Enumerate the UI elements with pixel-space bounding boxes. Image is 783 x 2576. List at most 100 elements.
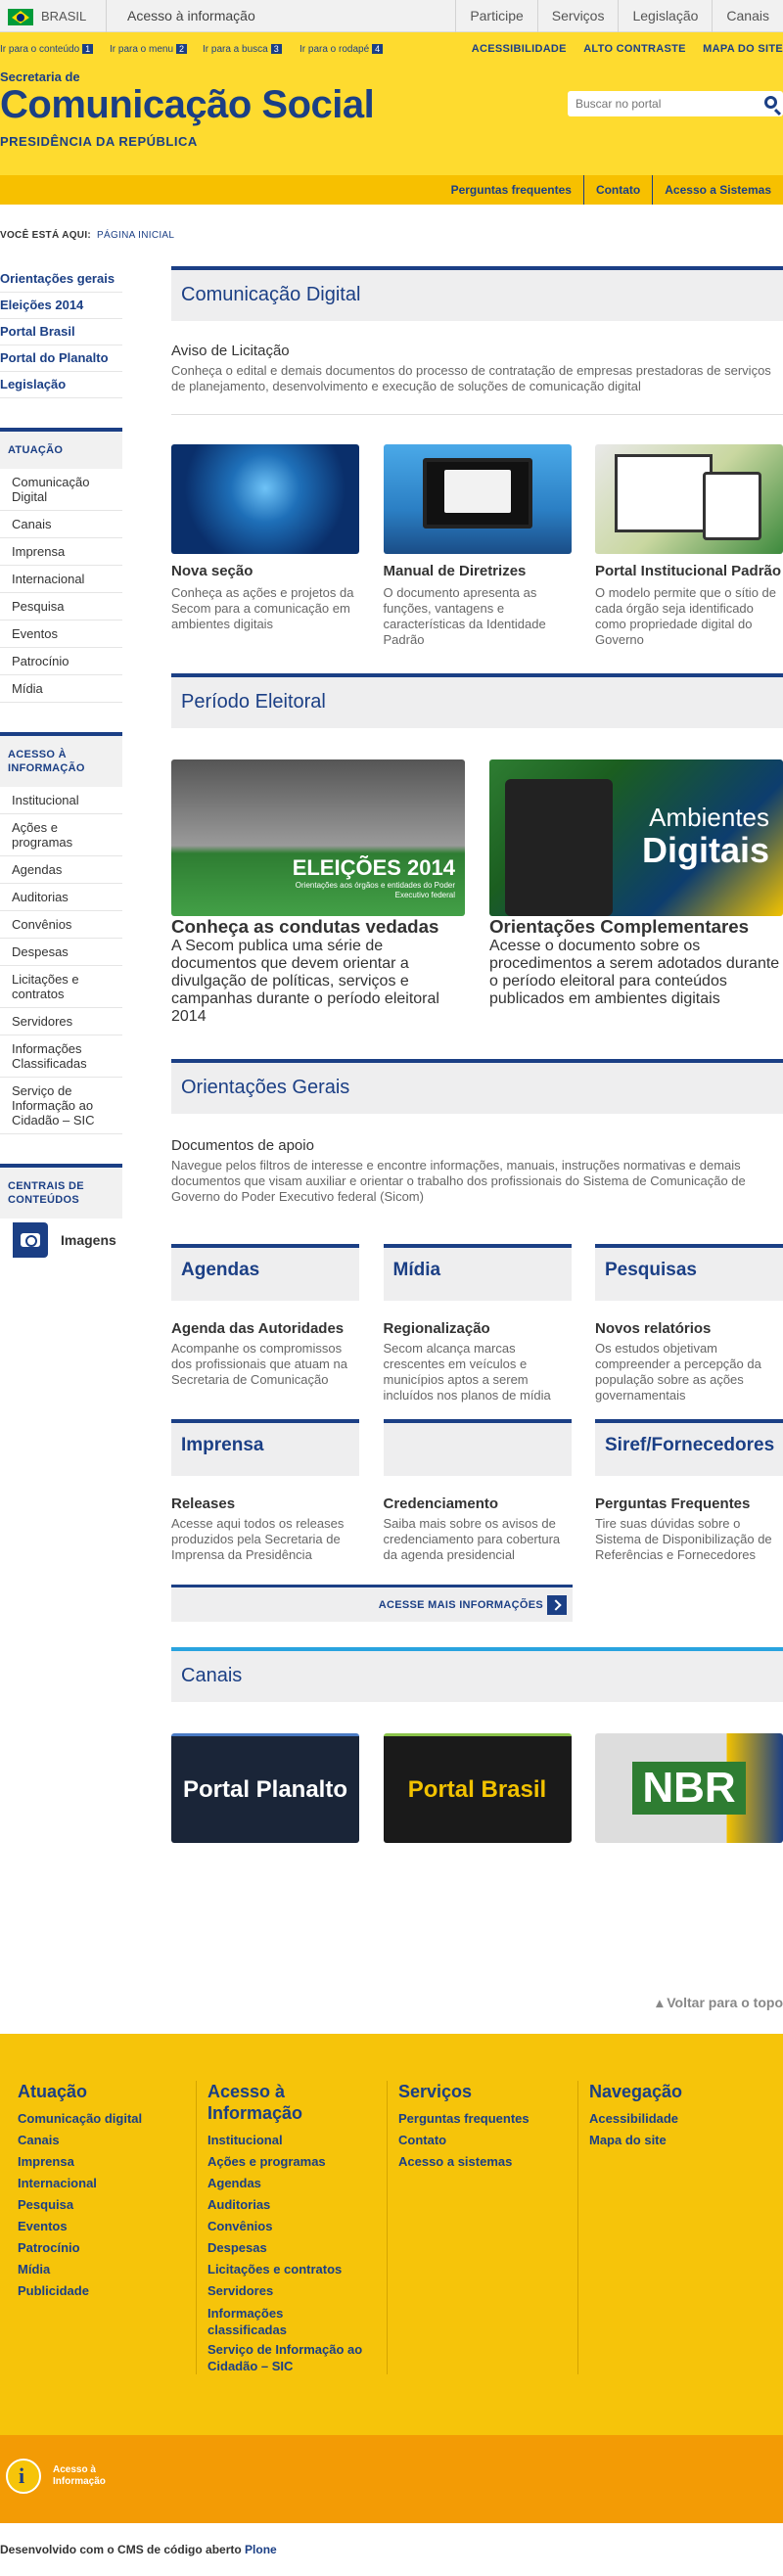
footer-col-navegacao: Navegação Acessibilidade Mapa do site	[589, 2081, 775, 2151]
sidebar-item-servidores[interactable]: Servidores	[0, 1008, 122, 1035]
aviso-licitacao-title[interactable]: Aviso de Licitação	[171, 343, 783, 359]
sidebar-item-midia[interactable]: Mídia	[0, 675, 122, 703]
search-input[interactable]	[568, 91, 744, 116]
gov-link-legislacao[interactable]: Legislação	[618, 0, 712, 32]
footer-link[interactable]: Auditorias	[207, 2194, 364, 2216]
sidebar-item-eleicoes[interactable]: Eleições 2014	[0, 293, 122, 319]
footer-link[interactable]: Agendas	[207, 2173, 364, 2194]
footer-link[interactable]: Institucional	[207, 2130, 364, 2151]
search-box	[568, 91, 783, 116]
brasil-link[interactable]: BRASIL	[41, 9, 86, 23]
footer-link[interactable]: Informações classificadas	[207, 2305, 364, 2338]
channel-portal-planalto[interactable]: Portal Planalto	[171, 1733, 359, 1843]
sidebar-item-auditorias[interactable]: Auditorias	[0, 884, 122, 911]
chevron-right-icon	[547, 1595, 567, 1615]
sidebar-item-comunicacao-digital[interactable]: Comunicação Digital	[0, 469, 122, 511]
breadcrumb-home[interactable]: PÁGINA INICIAL	[97, 230, 174, 241]
gov-link-servicos[interactable]: Serviços	[536, 0, 619, 32]
box-pesquisas[interactable]: Pesquisas Novos relatórios Os estudos ob…	[595, 1244, 783, 1403]
footer-link[interactable]: Contato	[398, 2130, 584, 2151]
alto-contraste-link[interactable]: ALTO CONTRASTE	[583, 43, 686, 55]
sidebar-item-sic[interactable]: Serviço de Informação ao Cidadão – SIC	[0, 1078, 122, 1134]
sidebar-item-agendas[interactable]: Agendas	[0, 856, 122, 884]
acesso-informacao-logo-icon[interactable]	[6, 2459, 41, 2494]
sidebar-item-canais[interactable]: Canais	[0, 511, 122, 538]
perguntas-frequentes-link[interactable]: Perguntas frequentes	[439, 175, 583, 205]
footer-link[interactable]: Convênios	[207, 2216, 364, 2237]
sidebar-item-imagens[interactable]: Imagens	[0, 1222, 122, 1258]
skip-link-menu[interactable]: Ir para o menu 2	[110, 44, 188, 55]
footer-link[interactable]: Acessibilidade	[589, 2108, 775, 2130]
box-agendas[interactable]: Agendas Agenda das Autoridades Acompanhe…	[171, 1244, 359, 1403]
box-siref-fornecedores[interactable]: Siref/Fornecedores Perguntas Frequentes …	[595, 1419, 783, 1563]
documentos-apoio-desc: Navegue pelos filtros de interesse e enc…	[171, 1158, 746, 1204]
footer-link[interactable]: Comunicação digital	[18, 2108, 204, 2130]
acesso-sistemas-link[interactable]: Acesso a Sistemas	[652, 175, 783, 205]
contato-link[interactable]: Contato	[582, 175, 652, 205]
acesso-informacao-link[interactable]: Acesso à informação	[127, 8, 255, 23]
footer-link[interactable]: Perguntas frequentes	[398, 2108, 584, 2130]
skip-link-search[interactable]: Ir para a busca 3	[203, 44, 282, 55]
footer-link[interactable]: Mapa do site	[589, 2130, 775, 2151]
sidebar-item-internacional[interactable]: Internacional	[0, 566, 122, 593]
card-nova-secao[interactable]: Nova seção Conheça as ações e projetos d…	[171, 444, 359, 648]
sidebar-item-informacoes-classificadas[interactable]: Informações Classificadas	[0, 1035, 122, 1078]
box-imprensa[interactable]: Imprensa Releases Acesse aqui todos os r…	[171, 1419, 359, 1563]
sidebar-item-despesas[interactable]: Despesas	[0, 939, 122, 966]
card-orientacoes-complementares[interactable]: Ambientes Digitais Orientações Complemen…	[489, 759, 783, 1026]
sidebar-item-eventos[interactable]: Eventos	[0, 621, 122, 648]
channel-nbr[interactable]: NBR	[595, 1733, 783, 1843]
section-heading-periodo-eleitoral[interactable]: Período Eleitoral	[171, 673, 783, 728]
acesso-informacao-logo-text: Acesso à Informação	[53, 2464, 106, 2487]
more-info-button[interactable]: ACESSE MAIS INFORMAÇÕES	[171, 1585, 573, 1622]
footer-link[interactable]: Canais	[18, 2130, 204, 2151]
card-condutas-vedadas[interactable]: ELEIÇÕES 2014 Orientações aos órgãos e e…	[171, 759, 465, 1026]
back-to-top-link[interactable]: ▴ Voltar para o topo	[656, 1995, 783, 2011]
footer-link[interactable]: Licitações e contratos	[207, 2259, 364, 2280]
section-heading-orientacoes-gerais[interactable]: Orientações Gerais	[171, 1059, 783, 1114]
sidebar-item-patrocinio[interactable]: Patrocínio	[0, 648, 122, 675]
footer-link[interactable]: Publicidade	[18, 2280, 204, 2302]
gov-link-participe[interactable]: Participe	[455, 0, 536, 32]
sidebar-item-pesquisa[interactable]: Pesquisa	[0, 593, 122, 621]
footer-link[interactable]: Despesas	[207, 2237, 364, 2259]
acessibilidade-link[interactable]: ACESSIBILIDADE	[472, 43, 567, 55]
plone-link[interactable]: Plone	[245, 2543, 277, 2556]
sidebar-item-acoes-programas[interactable]: Ações e programas	[0, 814, 122, 856]
footer-link[interactable]: Acesso a sistemas	[398, 2151, 584, 2173]
skip-link-footer[interactable]: Ir para o rodapé 4	[299, 44, 384, 55]
footer-col-servicos: Serviços Perguntas frequentes Contato Ac…	[398, 2081, 584, 2173]
sidebar-item-portal-planalto[interactable]: Portal do Planalto	[0, 345, 122, 372]
footer-link[interactable]: Ações e programas	[207, 2151, 364, 2173]
search-icon[interactable]	[764, 96, 777, 109]
channel-portal-brasil[interactable]: Portal Brasil	[383, 1733, 572, 1843]
gov-link-canais[interactable]: Canais	[712, 0, 783, 32]
footer-link[interactable]: Servidores	[207, 2280, 364, 2302]
mapa-do-site-link[interactable]: MAPA DO SITE	[703, 43, 783, 55]
section-heading-comunicacao-digital[interactable]: Comunicação Digital	[171, 266, 783, 321]
card-manual-diretrizes[interactable]: Manual de Diretrizes O documento apresen…	[383, 444, 572, 648]
box-credenciamento[interactable]: Credenciamento Saiba mais sobre os aviso…	[383, 1419, 572, 1563]
documentos-apoio-title[interactable]: Documentos de apoio	[171, 1137, 783, 1154]
sidebar-item-institucional[interactable]: Institucional	[0, 787, 122, 814]
monitor-book-image	[383, 444, 572, 554]
footer-link[interactable]: Serviço de Informação ao Cidadão – SIC	[207, 2341, 364, 2374]
sidebar-item-portal-brasil[interactable]: Portal Brasil	[0, 319, 122, 345]
footer-link[interactable]: Imprensa	[18, 2151, 204, 2173]
box-midia[interactable]: Mídia Regionalização Secom alcança marca…	[383, 1244, 572, 1403]
section-heading-canais[interactable]: Canais	[171, 1647, 783, 1702]
services-bar: Perguntas frequentes Contato Acesso a Si…	[0, 175, 783, 205]
sidebar-item-legislacao[interactable]: Legislação	[0, 372, 122, 398]
card-portal-institucional[interactable]: Portal Institucional Padrão O modelo per…	[595, 444, 783, 648]
footer-link[interactable]: Eventos	[18, 2216, 204, 2237]
eleicoes-2014-image: ELEIÇÕES 2014 Orientações aos órgãos e e…	[171, 759, 465, 916]
footer-link[interactable]: Pesquisa	[18, 2194, 204, 2216]
skip-link-content[interactable]: Ir para o conteúdo 1	[0, 44, 94, 55]
sidebar-item-licitacoes[interactable]: Licitações e contratos	[0, 966, 122, 1008]
sidebar-item-orientacoes[interactable]: Orientações gerais	[0, 266, 122, 293]
footer-link[interactable]: Internacional	[18, 2173, 204, 2194]
footer-link[interactable]: Mídia	[18, 2259, 204, 2280]
sidebar-item-convenios[interactable]: Convênios	[0, 911, 122, 939]
footer-link[interactable]: Patrocínio	[18, 2237, 204, 2259]
sidebar-item-imprensa[interactable]: Imprensa	[0, 538, 122, 566]
